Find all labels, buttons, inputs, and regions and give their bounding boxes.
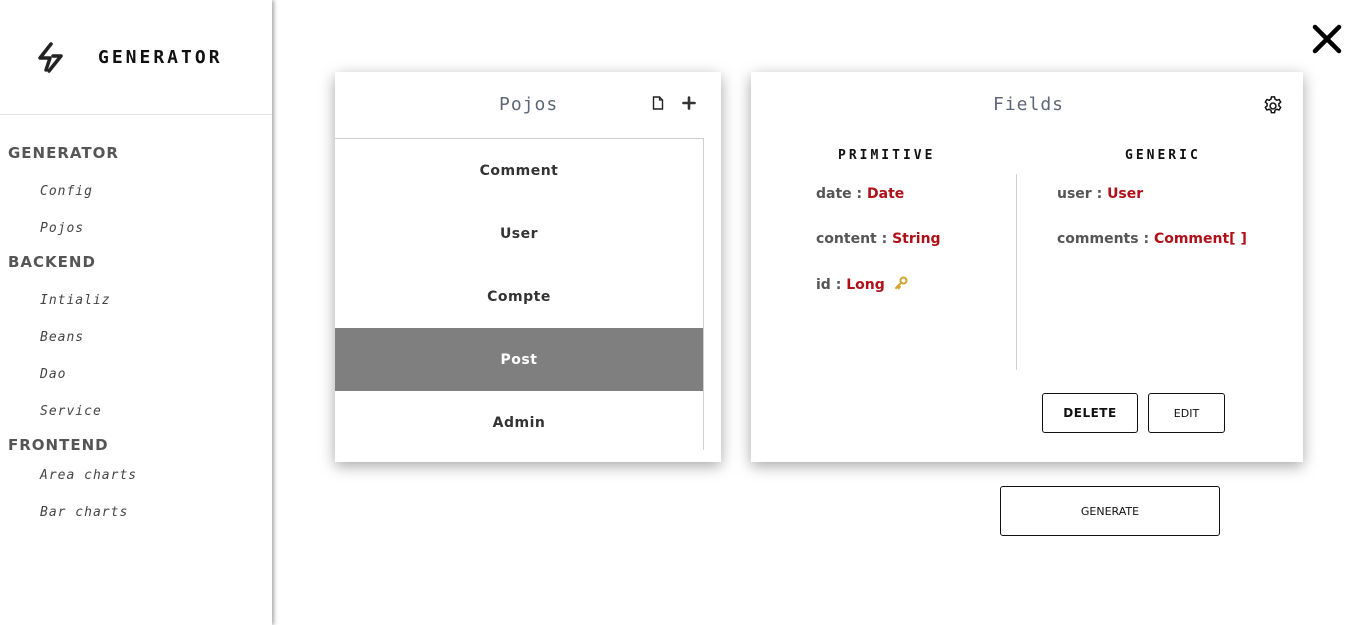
sidebar-item-pojos[interactable]: Pojos	[40, 221, 84, 236]
sidebar: GENERATOR GENERATOR Config Pojos BACKEND…	[0, 0, 272, 625]
section-title-frontend: FRONTEND	[8, 436, 109, 454]
section-title-generator: GENERATOR	[8, 144, 119, 162]
add-icon[interactable]	[682, 96, 696, 110]
sidebar-item-dao[interactable]: Dao	[40, 367, 66, 382]
sidebar-item-beans[interactable]: Beans	[40, 330, 84, 345]
pojos-card: Pojos Comment User Compte Post Admin	[335, 72, 721, 462]
pojo-item-user[interactable]: User	[335, 202, 703, 265]
generate-button[interactable]: GENERATE	[1000, 486, 1220, 536]
close-icon[interactable]	[1310, 22, 1344, 56]
pojos-title: Pojos	[499, 94, 559, 115]
brand-title: GENERATOR	[98, 46, 223, 68]
primitive-header: PRIMITIVE	[838, 148, 936, 163]
generic-header: GENERIC	[1125, 148, 1201, 163]
field-type: Comment[ ]	[1153, 231, 1247, 247]
field-row-content[interactable]: content : String	[816, 231, 941, 247]
gear-icon[interactable]	[1262, 95, 1284, 117]
field-row-user[interactable]: user : User	[1057, 186, 1143, 202]
pojo-item-comment[interactable]: Comment	[335, 139, 703, 202]
field-row-date[interactable]: date : Date	[816, 186, 904, 202]
field-name: id	[816, 277, 831, 293]
field-type: User	[1107, 186, 1144, 202]
field-name: date	[816, 186, 852, 202]
delete-button[interactable]: DELETE	[1042, 393, 1138, 433]
sidebar-item-config[interactable]: Config	[40, 184, 93, 199]
field-name: content	[816, 231, 877, 247]
field-row-id[interactable]: id : Long	[816, 276, 908, 293]
sidebar-item-intializ[interactable]: Intializ	[40, 293, 111, 308]
pojo-list: Comment User Compte Post Admin	[335, 138, 704, 450]
field-name: comments	[1057, 231, 1139, 247]
fields-title: Fields	[993, 94, 1065, 115]
edit-button[interactable]: EDIT	[1148, 393, 1225, 433]
field-type: Long	[846, 277, 885, 293]
lightning-logo-icon	[38, 42, 63, 73]
brand: GENERATOR	[0, 0, 272, 115]
sidebar-item-service[interactable]: Service	[40, 404, 102, 419]
field-name: user	[1057, 186, 1092, 202]
sidebar-item-area-charts[interactable]: Area charts	[40, 468, 137, 483]
fields-card: Fields PRIMITIVE GENERIC date : Date con…	[751, 72, 1303, 462]
column-divider	[1016, 174, 1017, 370]
key-icon	[894, 276, 908, 290]
field-row-comments[interactable]: comments : Comment[ ]	[1057, 231, 1247, 247]
section-title-backend: BACKEND	[8, 253, 96, 271]
sidebar-item-bar-charts[interactable]: Bar charts	[40, 505, 128, 520]
pojo-item-compte[interactable]: Compte	[335, 265, 703, 328]
pojo-item-admin[interactable]: Admin	[335, 391, 703, 450]
pojo-item-post[interactable]: Post	[335, 328, 703, 391]
new-file-icon[interactable]	[652, 96, 664, 110]
field-type: String	[892, 231, 941, 247]
field-type: Date	[867, 186, 905, 202]
